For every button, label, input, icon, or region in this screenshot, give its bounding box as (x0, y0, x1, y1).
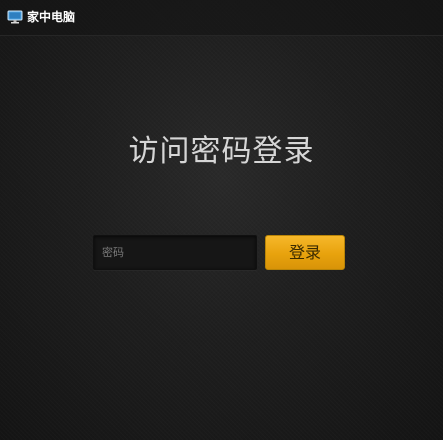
monitor-icon (7, 9, 23, 25)
background-texture (0, 0, 443, 440)
login-button[interactable]: 登录 (265, 235, 345, 270)
top-bar: 家中电脑 (0, 0, 443, 36)
password-input[interactable] (93, 235, 257, 270)
app-title: 家中电脑 (27, 10, 76, 24)
page-title: 访问密码登录 (128, 134, 315, 169)
